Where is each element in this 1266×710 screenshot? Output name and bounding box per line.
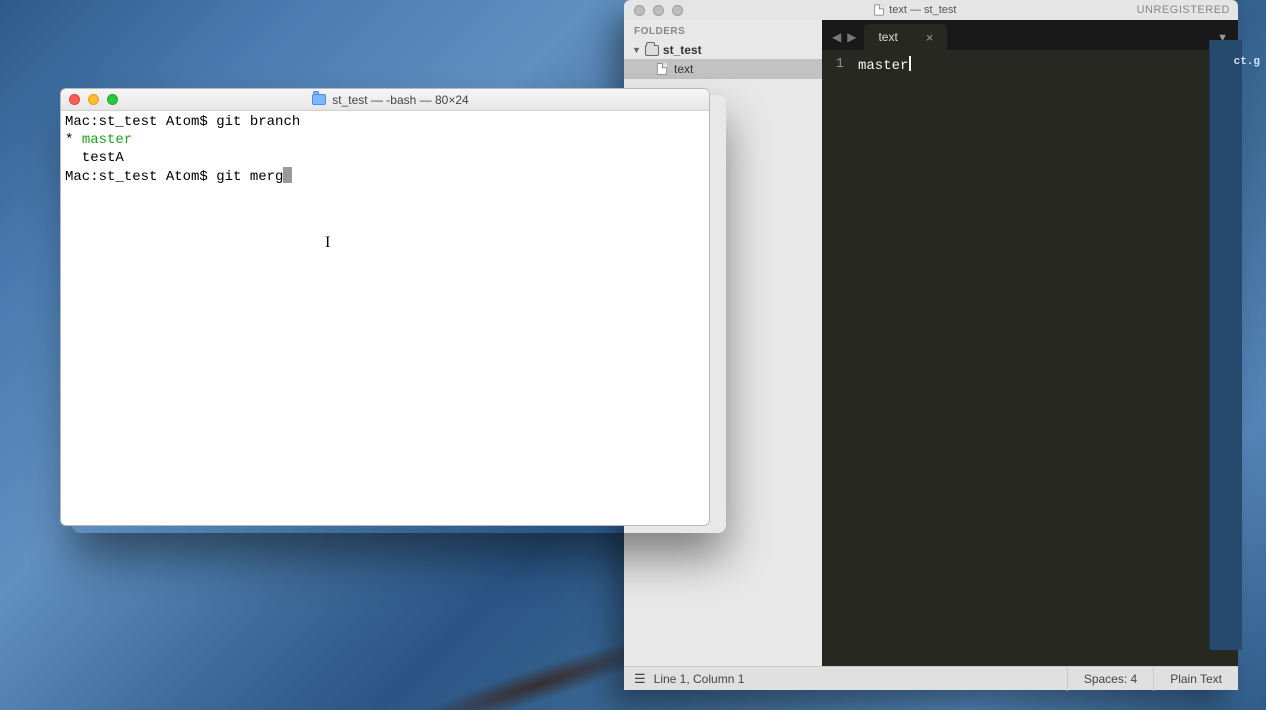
sidebar-folder[interactable]: ▼ st_test [624,41,822,59]
file-icon [874,4,884,15]
zoom-icon[interactable] [107,94,118,105]
tab-bar[interactable]: ◀ ▶ text × ▼ [822,20,1238,50]
close-icon[interactable] [634,5,645,16]
editor-pane: ◀ ▶ text × ▼ 1 master [822,20,1238,666]
text-cursor [909,56,911,71]
terminal-body[interactable]: Mac:st_test Atom$ git branch * master te… [61,111,709,188]
tab-label: text [878,30,897,44]
status-indent[interactable]: Spaces: 4 [1067,667,1153,691]
code-content[interactable]: master [852,50,911,666]
terminal-line: Mac:st_test Atom$ git merg [65,169,283,185]
status-position[interactable]: Line 1, Column 1 [654,672,745,686]
nav-back-icon[interactable]: ◀ [832,30,841,44]
terminal-title: st_test — -bash — 80×24 [126,93,655,107]
sublime-title: text — st_test [693,3,1137,17]
disclosure-triangle-icon[interactable]: ▼ [632,45,641,55]
sublime-titlebar[interactable]: text — st_test UNREGISTERED [624,0,1238,20]
background-window-tab: ct.g [1234,56,1260,68]
sidebar-folder-label: st_test [663,43,702,57]
file-icon [657,63,667,75]
unregistered-label: UNREGISTERED [1137,4,1238,16]
sidebar-header: FOLDERS [624,20,822,41]
sidebar-file[interactable]: text [624,59,822,79]
tab-overflow-icon[interactable]: ▼ [1217,32,1238,50]
terminal-window: st_test — -bash — 80×24 Mac:st_test Atom… [60,88,710,526]
minimize-icon[interactable] [653,5,664,16]
minimize-icon[interactable] [88,94,99,105]
close-icon[interactable] [69,94,80,105]
terminal-line: * master [65,132,132,148]
code-editor[interactable]: 1 master [822,50,1238,666]
folder-icon [645,45,659,56]
status-syntax[interactable]: Plain Text [1153,667,1238,691]
tab-close-icon[interactable]: × [926,30,934,45]
text-cursor-pointer-icon: I [325,234,330,252]
terminal-titlebar[interactable]: st_test — -bash — 80×24 [61,89,709,111]
gutter: 1 [822,50,852,666]
nav-forward-icon[interactable]: ▶ [847,30,856,44]
zoom-icon[interactable] [672,5,683,16]
terminal-line: Mac:st_test Atom$ git branch [65,114,300,130]
tab-active[interactable]: text × [864,24,947,50]
sublime-traffic-lights[interactable] [624,5,693,16]
sidebar-file-label: text [674,62,693,76]
terminal-line: testA [65,150,124,166]
status-bar[interactable]: ☰ Line 1, Column 1 Spaces: 4 Plain Text [624,666,1238,690]
terminal-cursor [283,167,292,183]
sidebar-toggle-icon[interactable]: ☰ [634,671,646,687]
